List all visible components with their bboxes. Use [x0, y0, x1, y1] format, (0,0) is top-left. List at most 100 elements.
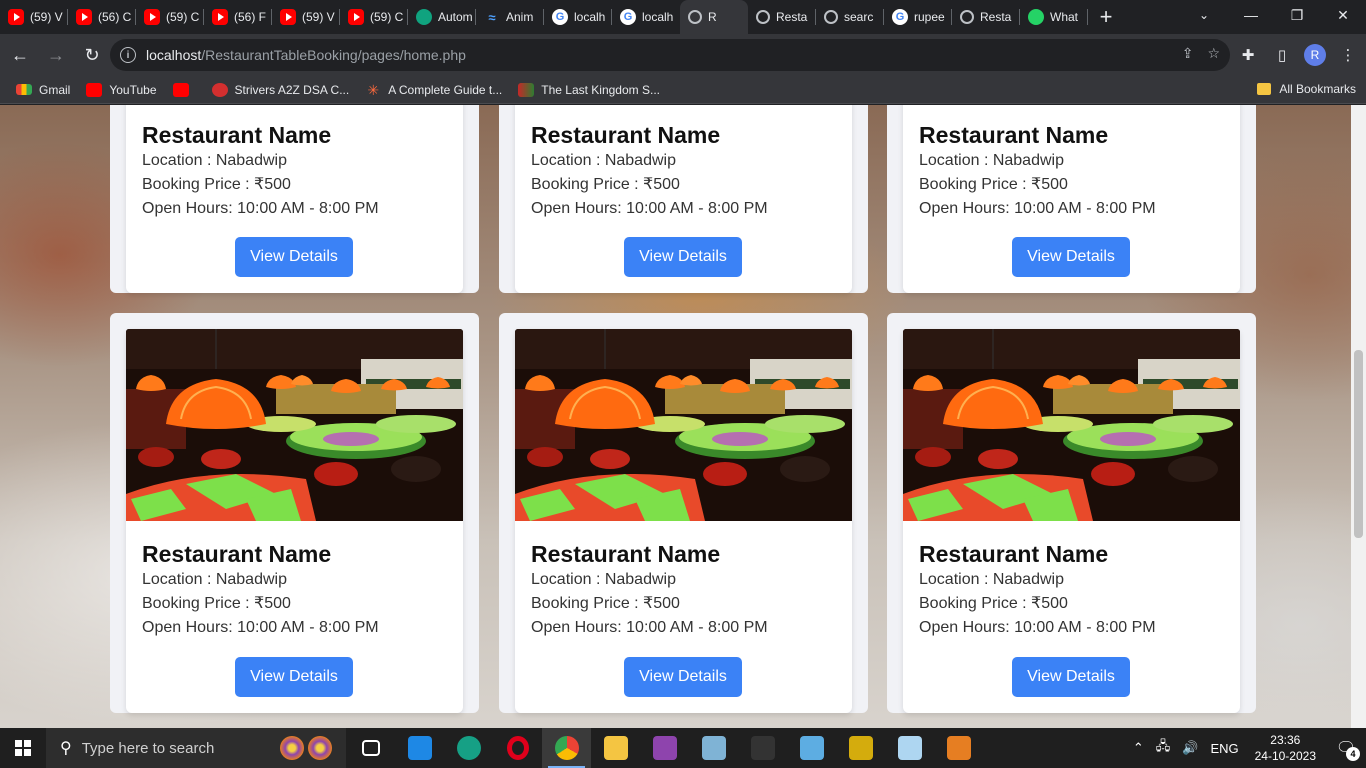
scrollbar-thumb[interactable]: [1354, 350, 1363, 538]
tab-title: Resta: [980, 10, 1012, 24]
tray-overflow-icon[interactable]: ⌃: [1133, 740, 1144, 756]
forward-icon[interactable]: →: [40, 39, 72, 71]
tab-9[interactable]: Glocalh: [612, 0, 680, 34]
globe-icon: [688, 10, 702, 24]
address-bar[interactable]: i localhost/RestaurantTableBooking/pages…: [110, 39, 1230, 71]
close-icon[interactable]: ✕: [1320, 0, 1366, 30]
bookmark-star-icon[interactable]: ☆: [1207, 45, 1220, 62]
notification-icon[interactable]: 🗨 4: [1326, 728, 1366, 768]
tab-6[interactable]: Autom: [408, 0, 476, 34]
tab-title: (59) V: [302, 10, 335, 24]
bookmark-item[interactable]: YouTube: [86, 82, 157, 97]
menu-kebab-icon[interactable]: ⋮: [1336, 39, 1360, 71]
tab-7[interactable]: ≈ Anim: [476, 0, 544, 34]
tab-title: (59) V: [30, 10, 63, 24]
view-details-button[interactable]: View Details: [624, 237, 742, 277]
tab-8[interactable]: Glocalh: [544, 0, 612, 34]
taskbar-app-folder-app[interactable]: [836, 728, 885, 768]
tab-title: What: [1050, 10, 1079, 24]
tab-4[interactable]: (59) V: [272, 0, 340, 34]
tab-14[interactable]: Resta: [952, 0, 1020, 34]
all-bookmarks[interactable]: All Bookmarks: [1257, 82, 1356, 96]
tab-11[interactable]: Resta: [748, 0, 816, 34]
bookmark-item[interactable]: Gmail: [16, 83, 70, 97]
google-icon: G: [892, 9, 908, 25]
site-info-icon[interactable]: i: [120, 47, 136, 63]
restaurant-name: Restaurant Name: [531, 122, 721, 148]
side-panel-icon[interactable]: ▯: [1270, 39, 1294, 71]
tab-title: (59) C: [166, 10, 200, 24]
tab-2[interactable]: (59) C: [136, 0, 204, 34]
taskbar-app-opera[interactable]: [493, 728, 542, 768]
clock[interactable]: 23:36 24-10-2023: [1255, 732, 1316, 764]
search-highlight-icon[interactable]: [280, 736, 332, 760]
bookmark-label: Gmail: [39, 82, 71, 97]
window-controls: — ❐ ✕: [1228, 0, 1366, 34]
file-explorer-icon: [603, 736, 628, 760]
bookmark-item[interactable]: [172, 82, 196, 97]
restaurant-price: Booking Price : ₹500: [531, 176, 680, 193]
page-scrollbar[interactable]: [1351, 105, 1366, 728]
bookmark-item[interactable]: The Last Kingdom S...: [518, 82, 660, 97]
tab-3[interactable]: (56) F: [204, 0, 272, 34]
bookmark-list: Gmail YouTube Strivers A2Z DSA C... ✳ A Comp…: [0, 82, 660, 97]
globe-icon: [756, 10, 770, 24]
taskbar-app-mysql-workbench[interactable]: [885, 728, 934, 768]
clock-date: 24-10-2023: [1254, 749, 1316, 763]
tab-1[interactable]: (56) C: [68, 0, 136, 34]
google-icon: G: [552, 9, 568, 25]
network-icon[interactable]: 🖧: [1156, 737, 1171, 759]
share-icon[interactable]: ⇪: [1182, 45, 1194, 62]
extensions-icon[interactable]: ✚: [1236, 39, 1260, 71]
bookmark-label: The Last Kingdom S...: [541, 82, 660, 97]
taskbar-app-chrome[interactable]: [542, 728, 591, 768]
reload-icon[interactable]: ↻: [76, 39, 108, 71]
taskbar-app-winrar[interactable]: [640, 728, 689, 768]
taskbar-app-vscode[interactable]: [395, 728, 444, 768]
minimize-icon[interactable]: —: [1228, 0, 1274, 30]
profile-avatar[interactable]: R: [1304, 44, 1326, 66]
volume-icon[interactable]: 🔊: [1182, 740, 1198, 756]
taskbar-app-task-view[interactable]: [346, 728, 395, 768]
search-icon: ⚲: [60, 740, 72, 757]
tab-10[interactable]: R: [680, 0, 748, 34]
tab-12[interactable]: searc: [816, 0, 884, 34]
tab-search-icon[interactable]: ⌄: [1192, 0, 1216, 30]
restore-icon[interactable]: ❐: [1274, 0, 1320, 30]
bookmark-item[interactable]: ✳ A Complete Guide t...: [365, 83, 502, 97]
chatgpt-icon: [416, 9, 432, 25]
view-details-button[interactable]: View Details: [1012, 657, 1130, 697]
youtube-icon: [348, 9, 364, 25]
folder-icon: [1257, 83, 1272, 95]
tab-5[interactable]: (59) C: [340, 0, 408, 34]
start-button[interactable]: [0, 728, 46, 768]
view-details-button[interactable]: View Details: [235, 237, 353, 277]
browser-toolbar: ← → ↻ i localhost/RestaurantTableBooking…: [0, 34, 1366, 76]
bookmark-item[interactable]: Strivers A2Z DSA C...: [211, 82, 349, 97]
taskbar-app-xampp[interactable]: [934, 728, 983, 768]
tab-0[interactable]: (59) V: [0, 0, 68, 34]
tab-15[interactable]: What: [1020, 0, 1088, 34]
system-tray: ⌃ 🖧 🔊 ENG 23:36 24-10-2023 🗨 4: [1127, 728, 1366, 768]
tab-strip: (59) V (56) C (59) C (56) F (59) V (59) C Auto…: [0, 0, 1366, 34]
taskbar-app-terminal[interactable]: [738, 728, 787, 768]
view-details-button[interactable]: View Details: [235, 657, 353, 697]
taskbar-app-file-explorer[interactable]: [591, 728, 640, 768]
view-details-button[interactable]: View Details: [624, 657, 742, 697]
new-tab-button[interactable]: +: [1088, 0, 1124, 34]
tab-title: (56) F: [234, 10, 267, 24]
tab-13[interactable]: Grupee: [884, 0, 952, 34]
view-details-button[interactable]: View Details: [1012, 237, 1130, 277]
page-viewport[interactable]: Restaurant Name Location : Nabadwip Bookin…: [0, 105, 1366, 728]
vscode-icon: [407, 736, 432, 760]
taskbar-app-control-panel[interactable]: [787, 728, 836, 768]
taskbar-app-edge[interactable]: [444, 728, 493, 768]
language-indicator[interactable]: ENG: [1210, 741, 1238, 756]
restaurant-name: Restaurant Name: [142, 122, 332, 148]
taskbar-apps: [346, 728, 983, 768]
taskbar-search[interactable]: ⚲ Type here to search: [46, 728, 346, 768]
taskbar-app-notepad[interactable]: [689, 728, 738, 768]
restaurant-price: Booking Price : ₹500: [531, 595, 680, 612]
back-icon[interactable]: ←: [4, 39, 36, 71]
tab-list: (59) V (56) C (59) C (56) F (59) V (59) C Auto…: [0, 0, 1088, 34]
